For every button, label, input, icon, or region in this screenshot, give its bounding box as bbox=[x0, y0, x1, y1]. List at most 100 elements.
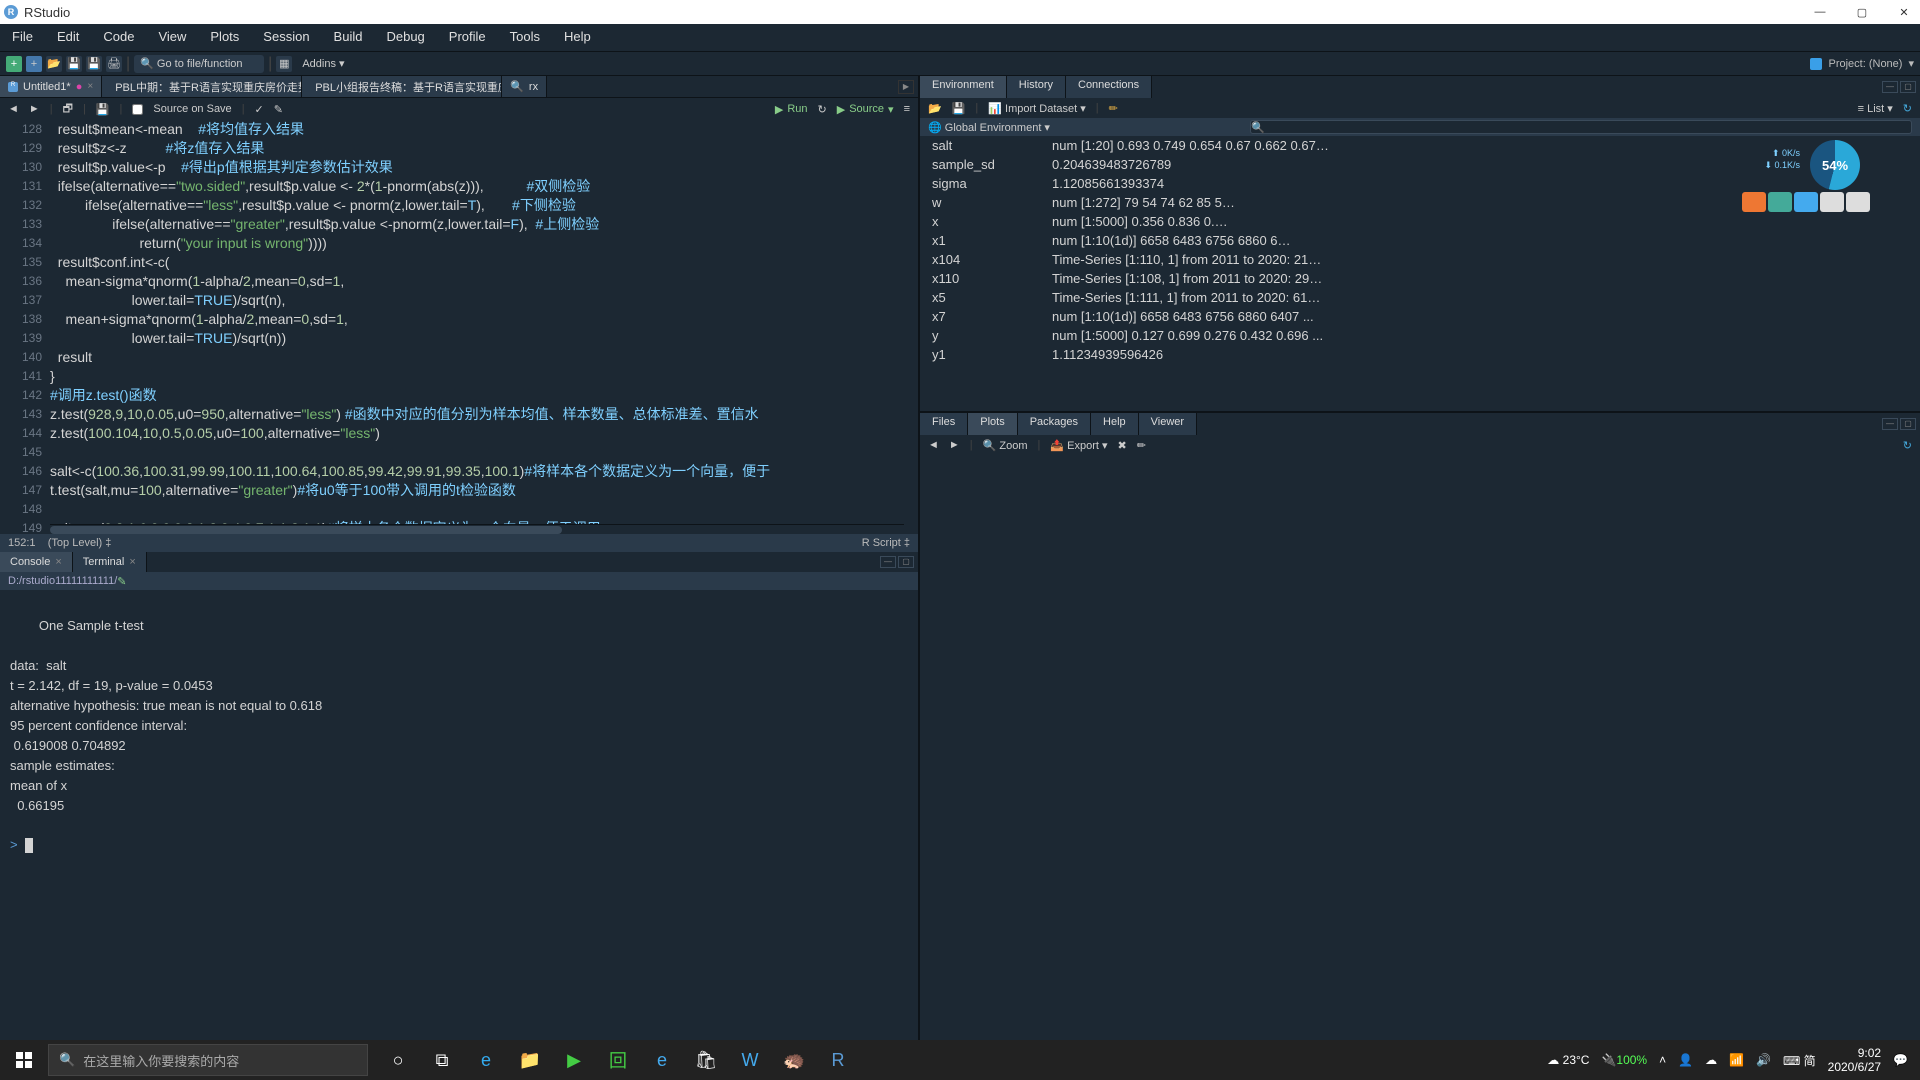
spell-check-icon[interactable]: ✓ bbox=[255, 103, 264, 116]
console-output[interactable]: One Sample t-test data: salt t = 2.142, … bbox=[0, 590, 918, 1040]
task-view-icon[interactable]: ⧉ bbox=[422, 1040, 462, 1080]
env-variable-row[interactable]: x104Time-Series [1:110, 1] from 2011 to … bbox=[920, 250, 1920, 269]
close-tab-icon[interactable]: × bbox=[87, 81, 93, 92]
refresh-plot-icon[interactable]: ↻ bbox=[1903, 439, 1912, 452]
import-dataset-dropdown[interactable]: 📊 Import Dataset ▾ bbox=[988, 102, 1085, 115]
addins-dropdown[interactable]: Addins ▾ bbox=[296, 56, 350, 71]
close-tab-icon[interactable]: × bbox=[129, 556, 135, 568]
menu-profile[interactable]: Profile bbox=[437, 24, 498, 51]
env-tab-history[interactable]: History bbox=[1007, 76, 1066, 98]
source-button[interactable]: ▶ Source ▾ bbox=[837, 103, 894, 116]
outline-icon[interactable]: ≡ bbox=[904, 103, 910, 115]
run-toolbar-icon[interactable]: ▶ bbox=[898, 80, 914, 94]
show-in-new-window-icon[interactable]: 🗗 bbox=[63, 100, 73, 119]
env-variable-row[interactable]: ynum [1:5000] 0.127 0.699 0.276 0.432 0.… bbox=[920, 326, 1920, 345]
env-variable-row[interactable]: x5Time-Series [1:111, 1] from 2011 to 20… bbox=[920, 288, 1920, 307]
wifi-icon[interactable]: 📶 bbox=[1729, 1053, 1744, 1067]
console-tab-terminal[interactable]: Terminal × bbox=[73, 552, 147, 572]
taskbar-search-input[interactable]: 🔍 在这里输入你要搜索的内容 bbox=[48, 1044, 368, 1076]
people-icon[interactable]: 👤 bbox=[1678, 1053, 1693, 1067]
ie-icon[interactable]: e bbox=[642, 1040, 682, 1080]
env-variable-row[interactable]: y11.11234939596426 bbox=[920, 345, 1920, 364]
remove-plot-icon[interactable]: ✖ bbox=[1118, 439, 1127, 452]
menu-session[interactable]: Session bbox=[251, 24, 321, 51]
wand-icon[interactable]: ✎ bbox=[274, 103, 283, 116]
volume-icon[interactable]: 🔊 bbox=[1756, 1053, 1771, 1067]
save-icon[interactable]: 💾 bbox=[96, 103, 110, 116]
goto-function-input[interactable]: 🔍 Go to file/function bbox=[134, 55, 264, 73]
save-icon[interactable]: 💾 bbox=[66, 56, 82, 72]
new-project-icon[interactable]: + bbox=[26, 56, 42, 72]
env-variable-row[interactable]: x7num [1:10(1d)] 6658 6483 6756 6860 640… bbox=[920, 307, 1920, 326]
menu-code[interactable]: Code bbox=[91, 24, 146, 51]
env-tab-environment[interactable]: Environment bbox=[920, 76, 1007, 98]
word-icon[interactable]: W bbox=[730, 1040, 770, 1080]
editor-tab[interactable]: 🔍rx bbox=[502, 76, 547, 97]
plots-max-button[interactable]: ▢ bbox=[1900, 418, 1916, 430]
export-dropdown[interactable]: 📤 Export ▾ bbox=[1050, 439, 1107, 452]
store-icon[interactable]: 🛍 bbox=[686, 1040, 726, 1080]
plot-prev-icon[interactable]: ◄ bbox=[928, 439, 939, 451]
editor-tab[interactable]: PBL中期：基于R语言实现重庆房价走势...× bbox=[102, 76, 302, 97]
battery-tray[interactable]: 🔌100% bbox=[1601, 1053, 1647, 1067]
minimize-button[interactable]: — bbox=[1808, 4, 1832, 20]
media-icon[interactable]: ▶ bbox=[554, 1040, 594, 1080]
explorer-icon[interactable]: 📁 bbox=[510, 1040, 550, 1080]
print-icon[interactable]: 🖨 bbox=[106, 56, 122, 72]
plot-tab-plots[interactable]: Plots bbox=[968, 413, 1017, 435]
plot-tab-viewer[interactable]: Viewer bbox=[1139, 413, 1197, 435]
project-label[interactable]: Project: (None) bbox=[1828, 58, 1902, 70]
menu-edit[interactable]: Edit bbox=[45, 24, 91, 51]
env-variable-row[interactable]: x110Time-Series [1:108, 1] from 2011 to … bbox=[920, 269, 1920, 288]
save-workspace-icon[interactable]: 💾 bbox=[952, 102, 966, 115]
source-on-save-checkbox[interactable] bbox=[132, 104, 143, 115]
menu-plots[interactable]: Plots bbox=[198, 24, 251, 51]
run-button[interactable]: ▶ Run bbox=[775, 103, 808, 116]
app-icon-2[interactable]: 🦔 bbox=[774, 1040, 814, 1080]
ime-tray[interactable]: ⌨ 简 bbox=[1783, 1052, 1816, 1069]
cortana-icon[interactable]: ○ bbox=[378, 1040, 418, 1080]
env-variable-row[interactable]: x1num [1:10(1d)] 6658 6483 6756 6860 6… bbox=[920, 231, 1920, 250]
clear-plots-icon[interactable]: ✏ bbox=[1137, 439, 1146, 452]
menu-tools[interactable]: Tools bbox=[498, 24, 552, 51]
plot-tab-files[interactable]: Files bbox=[920, 413, 968, 435]
env-search-input[interactable]: 🔍 bbox=[1250, 120, 1912, 134]
menu-view[interactable]: View bbox=[146, 24, 198, 51]
code-content[interactable]: result$mean<-mean #将均值存入结果 result$z<-z #… bbox=[50, 120, 918, 534]
menu-build[interactable]: Build bbox=[322, 24, 375, 51]
horizontal-scrollbar[interactable] bbox=[50, 524, 904, 534]
clear-workspace-icon[interactable]: ✏ bbox=[1109, 102, 1118, 115]
notifications-icon[interactable]: 💬 bbox=[1893, 1053, 1908, 1067]
scope-label[interactable]: (Top Level) bbox=[48, 537, 102, 549]
menu-help[interactable]: Help bbox=[552, 24, 603, 51]
env-tab-connections[interactable]: Connections bbox=[1066, 76, 1152, 98]
console-tab-console[interactable]: Console × bbox=[0, 552, 73, 572]
forward-icon[interactable]: ► bbox=[29, 103, 40, 115]
maximize-button[interactable]: ▢ bbox=[1850, 4, 1874, 20]
tray-chevron-icon[interactable]: ˄ bbox=[1659, 1053, 1666, 1067]
env-variables[interactable]: saltnum [1:20] 0.693 0.749 0.654 0.67 0.… bbox=[920, 136, 1920, 411]
close-tab-icon[interactable]: × bbox=[55, 556, 61, 568]
back-icon[interactable]: ◄ bbox=[8, 103, 19, 115]
pane-min-button[interactable]: — bbox=[880, 556, 896, 568]
code-editor[interactable]: 1281291301311321331341351361371381391401… bbox=[0, 120, 918, 534]
clock-tray[interactable]: 9:02 2020/6/27 bbox=[1828, 1046, 1881, 1075]
save-all-icon[interactable]: 💾 bbox=[86, 56, 102, 72]
pane-max-button[interactable]: ▢ bbox=[898, 556, 914, 568]
menu-debug[interactable]: Debug bbox=[374, 24, 436, 51]
plots-min-button[interactable]: — bbox=[1882, 418, 1898, 430]
app-icon-1[interactable]: 回 bbox=[598, 1040, 638, 1080]
start-button[interactable] bbox=[0, 1040, 48, 1080]
menu-file[interactable]: File bbox=[0, 24, 45, 51]
editor-tab[interactable]: RUntitled1*●× bbox=[0, 76, 102, 97]
env-scope-dropdown[interactable]: 🌐 Global Environment ▾ bbox=[928, 121, 1050, 134]
language-label[interactable]: R Script bbox=[862, 537, 901, 549]
env-variable-row[interactable]: sigma1.12085661393374 bbox=[920, 174, 1920, 193]
plot-next-icon[interactable]: ► bbox=[949, 439, 960, 451]
env-variable-row[interactable]: xnum [1:5000] 0.356 0.836 0.… bbox=[920, 212, 1920, 231]
re-run-icon[interactable]: ↻ bbox=[818, 103, 827, 116]
open-file-icon[interactable]: 📂 bbox=[46, 56, 62, 72]
plot-tab-help[interactable]: Help bbox=[1091, 413, 1139, 435]
editor-tab[interactable]: PBL小组报告终稿：基于R语言实现重庆...× bbox=[302, 76, 502, 97]
plot-tab-packages[interactable]: Packages bbox=[1018, 413, 1091, 435]
